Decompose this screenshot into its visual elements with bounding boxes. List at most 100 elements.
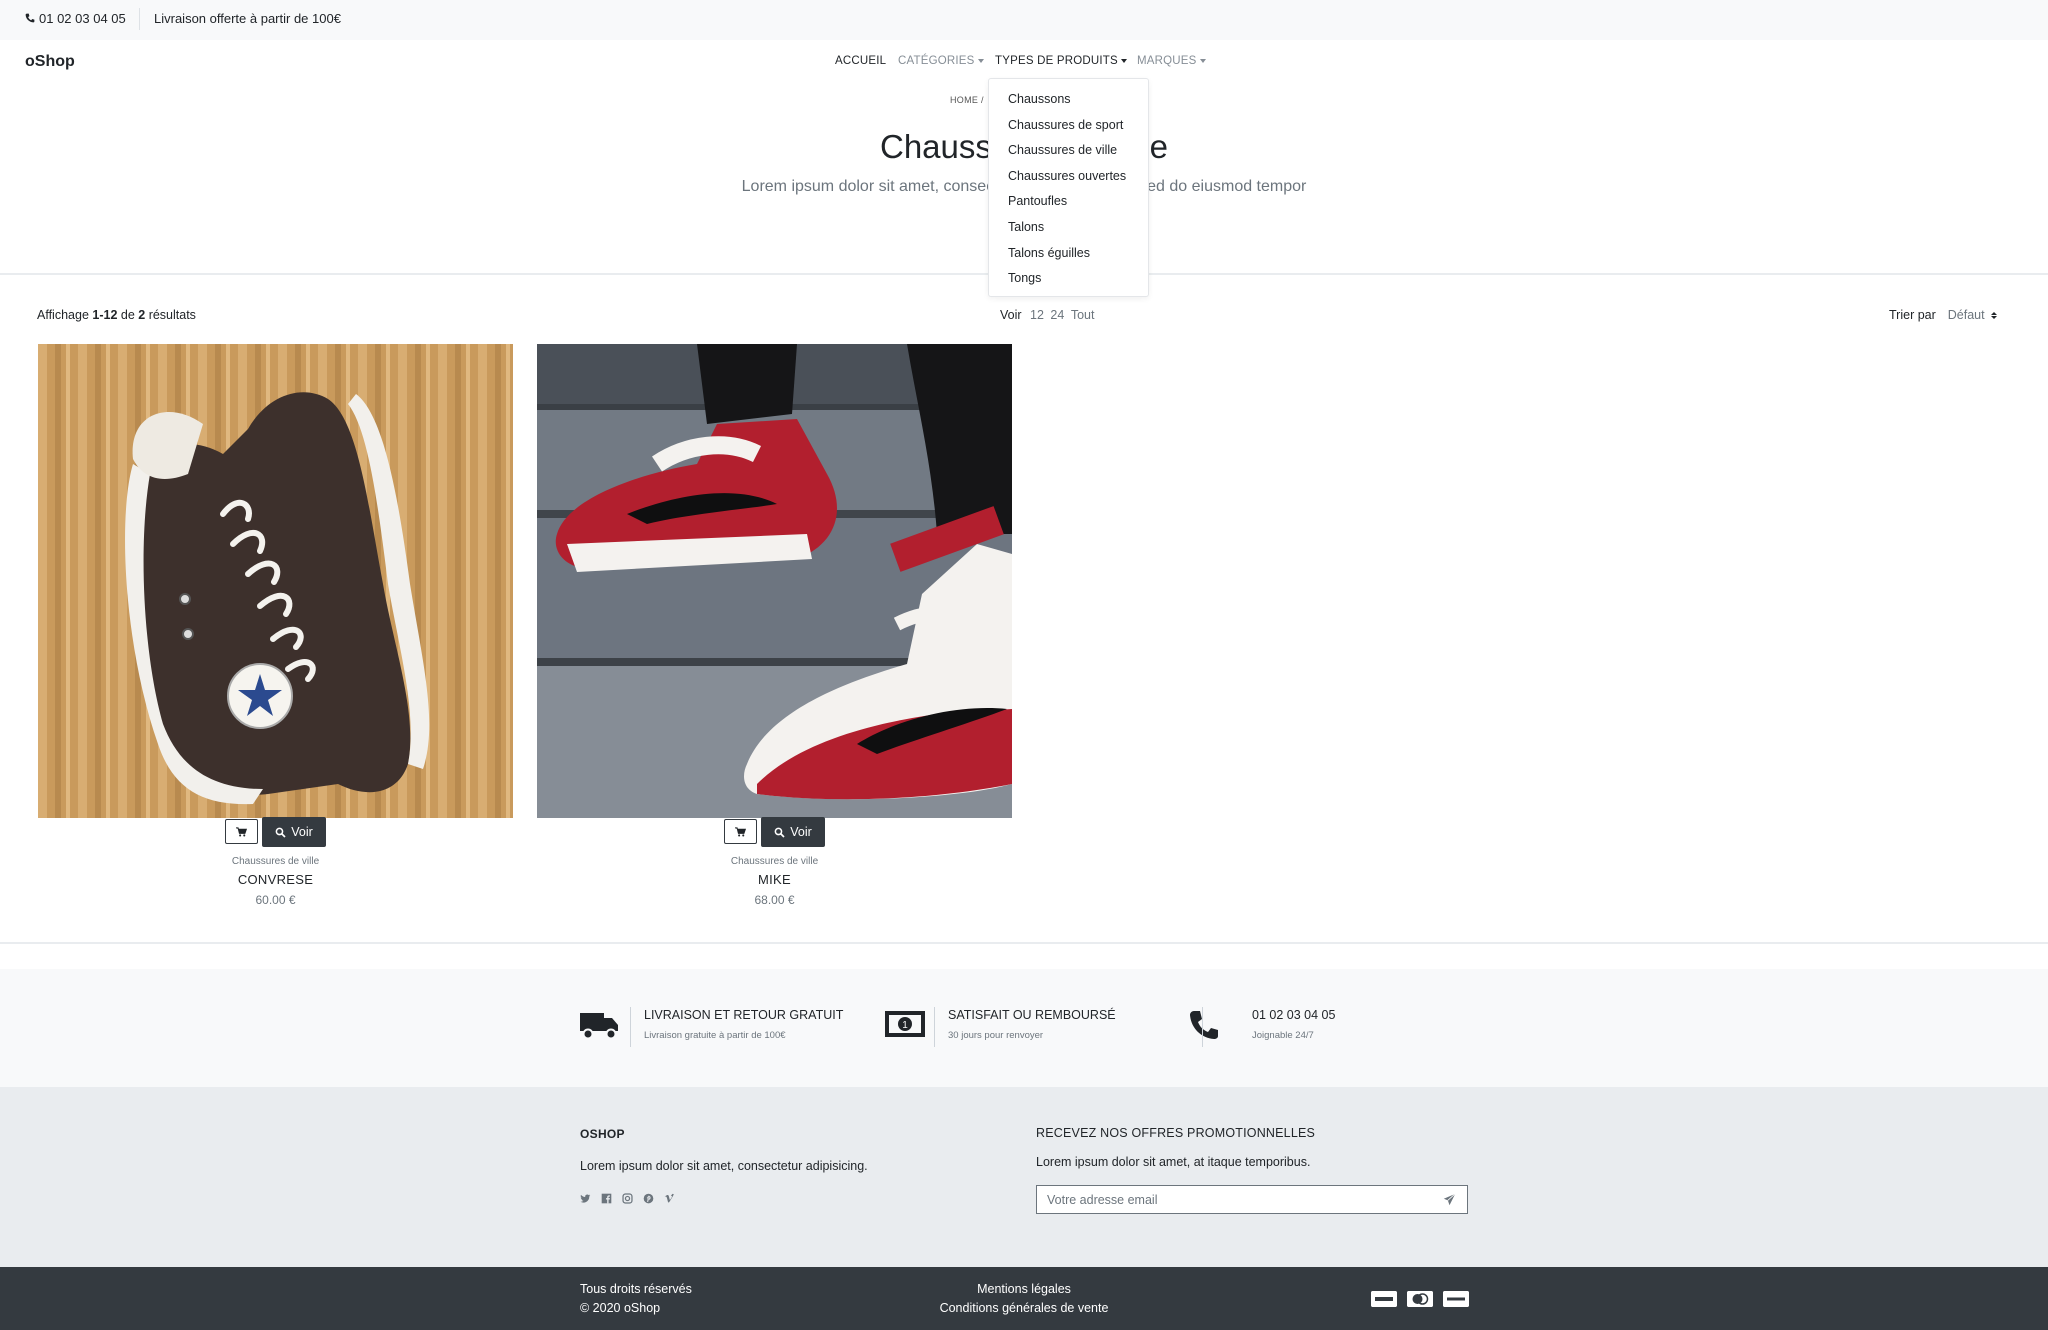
- newsletter-title: Recevez nos offres promotionnelles: [1036, 1126, 1316, 1140]
- footer-brand: OSHOP: [580, 1127, 625, 1141]
- count-mid: de: [117, 308, 139, 322]
- per-page-label: Voir: [1000, 308, 1022, 322]
- topbar-phone-label: 01 02 03 04 05: [39, 11, 126, 26]
- count-range: 1-12: [92, 308, 118, 322]
- phone-icon: [25, 11, 35, 26]
- per-page-selector: Voir 12 24 Tout: [1000, 308, 1094, 322]
- service-subtitle: Joignable 24/7: [1252, 1030, 1314, 1041]
- nav-types-produits[interactable]: Types de produits: [995, 55, 1127, 67]
- product-type: Chaussures de ville: [730, 856, 819, 867]
- dropdown-item-chaussures-ouvertes[interactable]: Chaussures ouvertes: [989, 166, 1148, 192]
- svg-text:1: 1: [902, 1020, 908, 1031]
- breadcrumb[interactable]: HOME /: [950, 95, 984, 105]
- add-to-cart-button[interactable]: [225, 819, 259, 844]
- pinterest-icon[interactable]: [643, 1191, 656, 1204]
- chevron-down-icon: [1199, 59, 1206, 63]
- service-divider: [630, 1007, 631, 1047]
- types-dropdown-menu: Chaussons Chaussures de sport Chaussures…: [988, 78, 1149, 297]
- newsletter-form: [1036, 1185, 1468, 1214]
- visa-icon: [1371, 1291, 1397, 1307]
- nav-categories[interactable]: Catégories: [898, 55, 984, 67]
- service-divider: [934, 1007, 935, 1047]
- service-subtitle: 30 jours pour renvoyer: [948, 1030, 1044, 1041]
- service-title: 01 02 03 04 05: [1252, 1008, 1336, 1022]
- dropdown-item-chaussons[interactable]: Chaussons: [989, 89, 1148, 115]
- divider: [0, 942, 2048, 944]
- nav-categories-label: Catégories: [898, 55, 975, 67]
- product-actions: Voir: [38, 817, 513, 847]
- topbar: 01 02 03 04 05 Livraison offerte à parti…: [0, 0, 2048, 40]
- product-image[interactable]: [38, 344, 513, 818]
- product-type: Chaussures de ville: [231, 856, 320, 867]
- twitter-icon[interactable]: [580, 1191, 593, 1204]
- results-count: Affichage 1-12 de 2 résultats: [37, 308, 196, 322]
- newsletter-description: Lorem ipsum dolor sit amet, at itaque te…: [1036, 1155, 1311, 1169]
- dropdown-item-tongs[interactable]: Tongs: [989, 268, 1148, 294]
- product-card: Voir Chaussures de ville MIKE 68.00 €: [537, 344, 1012, 907]
- money-icon: 1: [884, 1009, 926, 1044]
- dropdown-item-chaussures-de-ville[interactable]: Chaussures de ville: [989, 140, 1148, 166]
- product-card: Voir Chaussures de ville CONVRESE 60.00 …: [38, 344, 513, 907]
- sort-label: Trier par: [1889, 308, 1936, 322]
- product-image[interactable]: [537, 344, 1012, 818]
- service-title: Livraison et retour gratuit: [644, 1008, 844, 1022]
- email-input[interactable]: [1037, 1186, 1427, 1213]
- truck-icon: [580, 1009, 620, 1046]
- terms-link[interactable]: Conditions générales de vente: [0, 1301, 2048, 1315]
- footer: OSHOP Lorem ipsum dolor sit amet, consec…: [0, 1087, 2048, 1267]
- sort-value: Défaut: [1947, 308, 1985, 322]
- product-price: 60.00 €: [255, 893, 296, 907]
- search-icon: [275, 827, 286, 838]
- per-page-24[interactable]: 24: [1050, 308, 1064, 322]
- chevron-down-icon: [1120, 59, 1127, 63]
- sort-control: Trier par Défaut: [1889, 308, 1997, 322]
- main-nav: Accueil Catégories Types de produits Mar…: [0, 55, 2048, 71]
- legal-notice-link[interactable]: Mentions légales: [0, 1282, 2048, 1296]
- instagram-icon[interactable]: [622, 1191, 635, 1204]
- topbar-divider: [139, 8, 140, 30]
- social-links: [580, 1191, 677, 1204]
- nav-marques-label: Marques: [1137, 55, 1197, 67]
- product-price: 68.00 €: [754, 893, 795, 907]
- dropdown-item-pantoufles[interactable]: Pantoufles: [989, 191, 1148, 217]
- nav-accueil[interactable]: Accueil: [835, 55, 886, 67]
- nav-marques[interactable]: Marques: [1137, 55, 1206, 67]
- view-product-label: Voir: [790, 825, 812, 839]
- chevron-down-icon: [977, 59, 984, 63]
- search-icon: [774, 827, 785, 838]
- dropdown-item-chaussures-de-sport[interactable]: Chaussures de sport: [989, 115, 1148, 141]
- dropdown-item-talons[interactable]: Talons: [989, 217, 1148, 243]
- per-page-12[interactable]: 12: [1030, 308, 1044, 322]
- product-name[interactable]: CONVRESE: [38, 872, 513, 887]
- paypal-icon: [1443, 1291, 1469, 1307]
- view-product-label: Voir: [291, 825, 313, 839]
- mastercard-icon: [1407, 1291, 1433, 1307]
- vimeo-icon[interactable]: [664, 1191, 677, 1204]
- dropdown-item-talons-eguilles[interactable]: Talons éguilles: [989, 243, 1148, 269]
- add-to-cart-button[interactable]: [724, 819, 758, 844]
- cart-icon: [236, 826, 248, 836]
- per-page-tout[interactable]: Tout: [1071, 308, 1095, 322]
- product-actions: Voir: [537, 817, 1012, 847]
- view-product-button[interactable]: Voir: [761, 817, 825, 847]
- product-name[interactable]: MIKE: [537, 872, 1012, 887]
- bottom-bar: Tous droits réservés © 2020 oShop Mentio…: [0, 1267, 2048, 1330]
- sneaker-jordan-image: [537, 344, 1012, 818]
- facebook-icon[interactable]: [601, 1191, 614, 1204]
- topbar-shipping: Livraison offerte à partir de 100€: [154, 11, 341, 26]
- sort-select[interactable]: Défaut: [1948, 308, 1997, 322]
- nav-types-label: Types de produits: [995, 55, 1118, 67]
- send-icon[interactable]: [1443, 1193, 1457, 1207]
- service-title: Satisfait ou remboursé: [948, 1008, 1116, 1022]
- sort-arrows-icon: [1990, 311, 1997, 319]
- phone-icon: [1188, 1009, 1220, 1046]
- count-suffix: résultats: [145, 308, 196, 322]
- topbar-phone[interactable]: 01 02 03 04 05: [25, 11, 126, 26]
- service-subtitle: Livraison gratuite à partir de 100€: [644, 1030, 786, 1041]
- service-divider: [1202, 1007, 1203, 1047]
- payment-methods: [1371, 1291, 1469, 1307]
- footer-description: Lorem ipsum dolor sit amet, consectetur …: [580, 1159, 868, 1173]
- services-band: Livraison et retour gratuit Livraison gr…: [0, 969, 2048, 1087]
- view-product-button[interactable]: Voir: [262, 817, 326, 847]
- count-prefix: Affichage: [37, 308, 93, 322]
